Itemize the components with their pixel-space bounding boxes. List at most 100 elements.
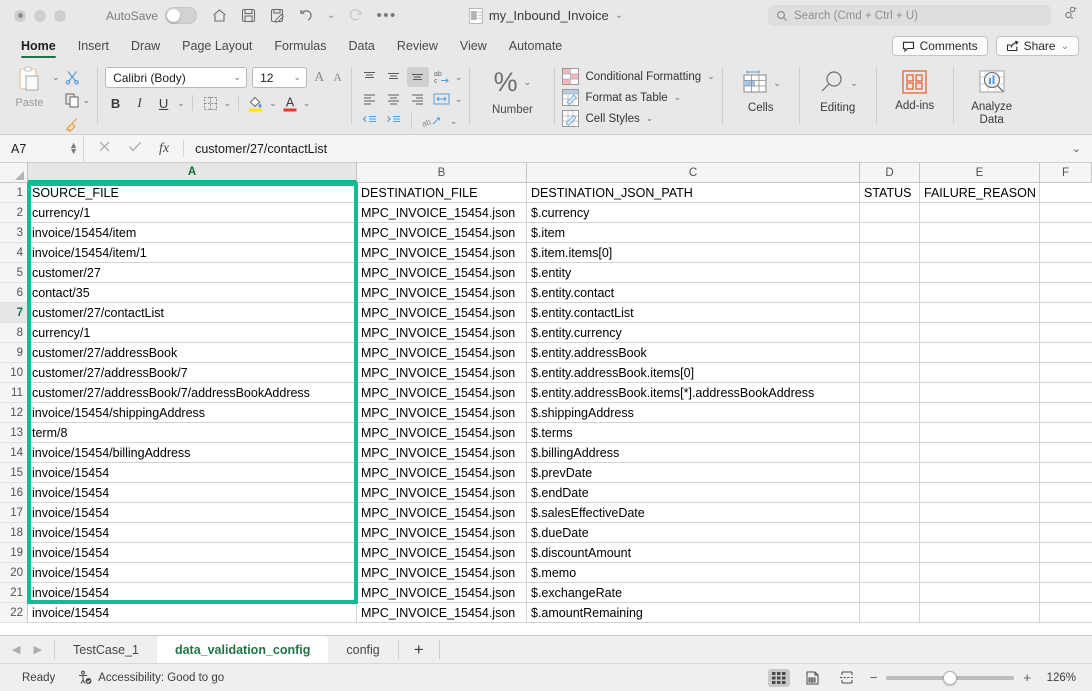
number-format-chevron-icon[interactable]: ⌄ [524, 77, 532, 88]
row-header-15[interactable]: 15 [0, 463, 28, 483]
copy-button[interactable]: ⌄ [64, 90, 90, 111]
document-title[interactable]: my_Inbound_Invoice ⌄ [468, 7, 623, 24]
format-painter-button[interactable] [64, 113, 91, 134]
column-header-c[interactable]: C [527, 163, 860, 182]
cell-F19[interactable] [1040, 543, 1092, 563]
more-commands-icon[interactable]: ••• [376, 8, 396, 23]
previous-sheet-icon[interactable]: ◀ [12, 643, 20, 656]
cell-A5[interactable]: customer/27 [28, 263, 357, 283]
cell-C21[interactable]: $.exchangeRate [527, 583, 860, 603]
search-input[interactable]: Search (Cmd + Ctrl + U) [768, 5, 1051, 26]
row-header-9[interactable]: 9 [0, 343, 28, 363]
cell-D17[interactable] [860, 503, 920, 523]
cell-E16[interactable] [920, 483, 1040, 503]
cell-F21[interactable] [1040, 583, 1092, 603]
row-header-13[interactable]: 13 [0, 423, 28, 443]
cell-styles-button[interactable]: Cell Styles ⌄ [562, 110, 714, 127]
cell-C12[interactable]: $.shippingAddress [527, 403, 860, 423]
cut-button[interactable] [64, 67, 91, 88]
increase-indent-button[interactable] [383, 111, 405, 131]
cell-F13[interactable] [1040, 423, 1092, 443]
cell-F5[interactable] [1040, 263, 1092, 283]
cell-E4[interactable] [920, 243, 1040, 263]
font-color-chevron-icon[interactable]: ⌄ [303, 98, 311, 109]
ribbon-tab-data[interactable]: Data [337, 39, 385, 58]
row-header-5[interactable]: 5 [0, 263, 28, 283]
cell-A4[interactable]: invoice/15454/item/1 [28, 243, 357, 263]
ribbon-tab-draw[interactable]: Draw [120, 39, 171, 58]
cell-E6[interactable] [920, 283, 1040, 303]
cell-C8[interactable]: $.entity.currency [527, 323, 860, 343]
cell-C4[interactable]: $.item.items[0] [527, 243, 860, 263]
name-box[interactable]: A7 ▲ ▼ [0, 135, 84, 162]
row-header-3[interactable]: 3 [0, 223, 28, 243]
column-header-d[interactable]: D [860, 163, 920, 182]
cell-D4[interactable] [860, 243, 920, 263]
ribbon-tab-insert[interactable]: Insert [67, 39, 120, 58]
font-size-select[interactable]: 12 ⌄ [252, 67, 308, 88]
paste-dropdown-chevron-icon[interactable]: ⌄ [52, 72, 60, 83]
cell-A6[interactable]: contact/35 [28, 283, 357, 303]
accessibility-status[interactable]: Accessibility: Good to go [55, 670, 224, 685]
autosave-control[interactable]: AutoSave [106, 7, 198, 24]
align-bottom-button[interactable] [406, 67, 429, 87]
cell-C14[interactable]: $.billingAddress [527, 443, 860, 463]
cell-C7[interactable]: $.entity.contactList [527, 303, 860, 323]
cell-F12[interactable] [1040, 403, 1092, 423]
cell-D20[interactable] [860, 563, 920, 583]
normal-view-button[interactable] [767, 668, 790, 687]
cell-E1[interactable]: FAILURE_REASON [920, 183, 1040, 203]
cell-D10[interactable] [860, 363, 920, 383]
cell-F4[interactable] [1040, 243, 1092, 263]
share-button[interactable]: Share ⌄ [995, 36, 1079, 56]
cell-C19[interactable]: $.discountAmount [527, 543, 860, 563]
cell-A8[interactable]: currency/1 [28, 323, 357, 343]
cells-chevron-icon[interactable]: ⌄ [773, 78, 781, 89]
cell-A19[interactable]: invoice/15454 [28, 543, 357, 563]
cell-D11[interactable] [860, 383, 920, 403]
cell-styles-chevron-icon[interactable]: ⌄ [646, 113, 654, 124]
cell-B5[interactable]: MPC_INVOICE_15454.json [357, 263, 527, 283]
cell-A18[interactable]: invoice/15454 [28, 523, 357, 543]
cell-A16[interactable]: invoice/15454 [28, 483, 357, 503]
format-as-table-button[interactable]: Format as Table ⌄ [562, 89, 714, 106]
ribbon-tab-home[interactable]: Home [10, 39, 67, 58]
cell-E3[interactable] [920, 223, 1040, 243]
cell-E9[interactable] [920, 343, 1040, 363]
cell-A17[interactable]: invoice/15454 [28, 503, 357, 523]
zoom-level-label[interactable]: 126% [1040, 672, 1076, 684]
column-header-b[interactable]: B [357, 163, 527, 182]
cell-B11[interactable]: MPC_INVOICE_15454.json [357, 383, 527, 403]
cell-A15[interactable]: invoice/15454 [28, 463, 357, 483]
row-header-21[interactable]: 21 [0, 583, 28, 603]
cell-C2[interactable]: $.currency [527, 203, 860, 223]
undo-icon[interactable] [298, 7, 315, 24]
cell-F7[interactable] [1040, 303, 1092, 323]
comments-button[interactable]: Comments [891, 36, 988, 56]
cell-C13[interactable]: $.terms [527, 423, 860, 443]
add-sheet-button[interactable]: + [399, 636, 439, 663]
cell-A21[interactable]: invoice/15454 [28, 583, 357, 603]
row-header-6[interactable]: 6 [0, 283, 28, 303]
row-header-11[interactable]: 11 [0, 383, 28, 403]
formula-input[interactable]: customer/27/contactList [184, 142, 1072, 156]
cell-C9[interactable]: $.entity.addressBook [527, 343, 860, 363]
sheet-tab-data-validation-config[interactable]: data_validation_config [156, 636, 329, 663]
cell-A14[interactable]: invoice/15454/billingAddress [28, 443, 357, 463]
row-header-19[interactable]: 19 [0, 543, 28, 563]
cell-F6[interactable] [1040, 283, 1092, 303]
decrease-indent-button[interactable] [359, 111, 381, 131]
share-chevron-down-icon[interactable]: ⌄ [1061, 41, 1069, 52]
column-header-f[interactable]: F [1040, 163, 1092, 182]
column-header-e[interactable]: E [920, 163, 1040, 182]
bold-button[interactable]: B [105, 93, 126, 113]
underline-chevron-icon[interactable]: ⌄ [177, 98, 185, 109]
cell-D18[interactable] [860, 523, 920, 543]
zoom-slider-handle[interactable] [943, 670, 958, 685]
orientation-chevron-icon[interactable]: ⌄ [450, 116, 458, 127]
save-icon[interactable] [240, 7, 257, 24]
row-header-10[interactable]: 10 [0, 363, 28, 383]
confirm-entry-button[interactable] [128, 140, 142, 158]
editing-button[interactable]: ⌄ Editing [807, 61, 869, 115]
sheet-tab-config[interactable]: config [328, 636, 397, 663]
